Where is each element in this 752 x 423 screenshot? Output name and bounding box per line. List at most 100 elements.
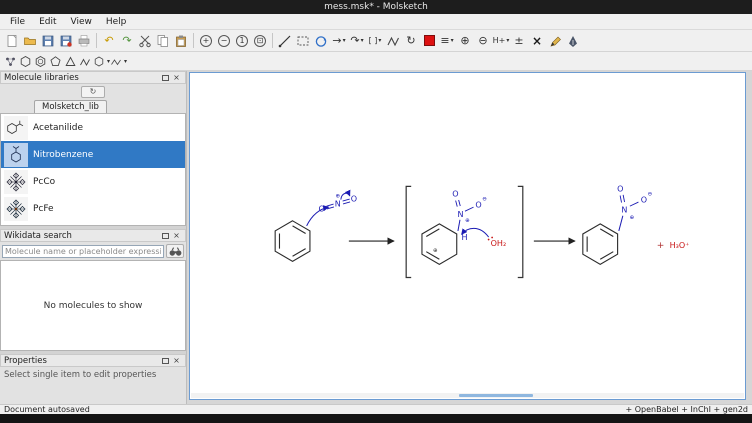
arrow-tool-button[interactable]: →▾ xyxy=(330,32,348,50)
title-bar[interactable]: mess.msk* - Molsketch xyxy=(0,0,752,14)
status-plugins: + OpenBabel + InChI + gen2d xyxy=(626,405,749,414)
arenium-intermediate[interactable]: ⊕ H N O O ⊖ ⊕ xyxy=(422,189,487,264)
library-settings-button[interactable]: ↻ xyxy=(81,86,105,98)
zigzag-icon xyxy=(79,55,92,68)
pencil-icon xyxy=(548,34,562,48)
cyclopropane-template-button[interactable] xyxy=(63,54,78,69)
plus-label: + xyxy=(657,241,665,251)
scrollbar-thumb[interactable] xyxy=(459,394,533,397)
library-tab-bar: Molsketch_lib xyxy=(0,100,186,114)
hydrogen-stepper-button[interactable]: ± xyxy=(510,32,528,50)
copy-button[interactable] xyxy=(154,32,172,50)
list-item-acetanilide[interactable]: Acetanilide xyxy=(1,114,185,141)
search-button[interactable] xyxy=(166,244,184,258)
reactant-benzene[interactable] xyxy=(275,221,310,261)
list-item-pcfe[interactable]: PcFe xyxy=(1,195,185,222)
charge-minus-button[interactable]: ⊖ xyxy=(474,32,492,50)
curved-arrow-tool-button[interactable]: ↷▾ xyxy=(348,32,366,50)
color-swatch-button[interactable] xyxy=(420,32,438,50)
water-nucleophile[interactable]: OH₂ xyxy=(461,228,506,248)
ring-template-dropdown-button[interactable]: ▾ xyxy=(93,54,110,69)
search-input[interactable] xyxy=(2,245,164,258)
cut-button[interactable] xyxy=(136,32,154,50)
float-panel-button[interactable] xyxy=(160,72,171,83)
float-panel-button[interactable] xyxy=(160,355,171,366)
open-file-button[interactable] xyxy=(21,32,39,50)
binoculars-icon xyxy=(168,245,183,257)
pencil-button[interactable] xyxy=(546,32,564,50)
new-file-button[interactable] xyxy=(3,32,21,50)
list-item-nitrobenzene[interactable]: Nitrobenzene xyxy=(1,141,185,168)
nitronium-ion[interactable]: O N O ⊕ xyxy=(319,194,358,214)
rotate-ccw-button[interactable]: ↻ xyxy=(402,32,420,50)
drawing-canvas[interactable]: O N O ⊕ xyxy=(189,72,746,400)
atom-label-n: N xyxy=(457,210,463,219)
pen-tool-button[interactable] xyxy=(564,32,582,50)
hydrogen-icon: H+ xyxy=(493,36,506,45)
panel-title: Properties xyxy=(4,356,160,366)
menu-view[interactable]: View xyxy=(64,15,99,29)
save-as-button[interactable] xyxy=(57,32,75,50)
rotate-tool-button[interactable] xyxy=(312,32,330,50)
save-button[interactable] xyxy=(39,32,57,50)
toolbar-separator xyxy=(193,33,194,48)
pcco-structure-icon xyxy=(5,171,27,193)
close-panel-button[interactable]: × xyxy=(171,230,182,241)
line-width-button[interactable]: ≡▾ xyxy=(438,32,456,50)
tab-molsketch-lib[interactable]: Molsketch_lib xyxy=(34,100,107,113)
print-button[interactable] xyxy=(75,32,93,50)
select-tool-button[interactable] xyxy=(294,32,312,50)
float-icon xyxy=(162,358,169,364)
hexagon-icon xyxy=(93,55,106,68)
close-panel-button[interactable]: × xyxy=(171,72,182,83)
line-width-icon: ≡ xyxy=(440,34,449,47)
float-panel-button[interactable] xyxy=(160,230,171,241)
properties-panel: Properties × Select single item to edit … xyxy=(0,354,186,404)
chain-zigzag-icon xyxy=(386,34,400,48)
menu-file[interactable]: File xyxy=(3,15,32,29)
draw-tool-button[interactable] xyxy=(276,32,294,50)
atoms-button[interactable] xyxy=(3,54,18,69)
product-nitrobenzene[interactable]: N O O ⊖ ⊕ xyxy=(583,184,652,264)
draw-line-icon xyxy=(278,34,292,48)
cyclohexane-template-button[interactable] xyxy=(18,54,33,69)
atom-label-o: O xyxy=(617,184,623,193)
byproduct-hydronium[interactable]: + H₃O⁺ xyxy=(657,241,690,251)
zoom-in-button[interactable]: + xyxy=(197,32,215,50)
pentagon-icon xyxy=(49,55,62,68)
menu-help[interactable]: Help xyxy=(99,15,134,29)
panel-title: Wikidata search xyxy=(4,231,160,241)
benzene-template-button[interactable] xyxy=(33,54,48,69)
hydrogen-button[interactable]: H+▾ xyxy=(492,32,510,50)
redo-button[interactable]: ↷ xyxy=(118,32,136,50)
charge-plus-label: ⊕ xyxy=(465,218,470,224)
paste-button[interactable] xyxy=(172,32,190,50)
hydronium-label: H₃O⁺ xyxy=(670,241,690,250)
chain-tool-button[interactable] xyxy=(384,32,402,50)
cyclopentane-template-button[interactable] xyxy=(48,54,63,69)
list-item-pcco[interactable]: PcCo xyxy=(1,168,185,195)
zoom-out-button[interactable]: − xyxy=(215,32,233,50)
zoom-fit-button[interactable]: ⊡ xyxy=(251,32,269,50)
wikidata-search-panel: Wikidata search × No molecules to show xyxy=(0,229,186,354)
menu-edit[interactable]: Edit xyxy=(32,15,63,29)
charge-plus-button[interactable]: ⊕ xyxy=(456,32,474,50)
group-template-dropdown-button[interactable]: ▾ xyxy=(110,54,127,69)
undo-button[interactable]: ↶ xyxy=(100,32,118,50)
atom-label-n: N xyxy=(335,200,341,209)
list-item-label: Nitrobenzene xyxy=(33,150,93,160)
horizontal-scrollbar[interactable] xyxy=(191,393,744,398)
close-panel-button[interactable]: × xyxy=(171,355,182,366)
wikidata-search-row xyxy=(0,242,186,260)
scissors-icon xyxy=(138,34,152,48)
mechanism-arrows-left[interactable] xyxy=(307,193,350,226)
zoom-original-button[interactable]: 1 xyxy=(233,32,251,50)
bracket-tool-button[interactable]: [ ]▾ xyxy=(366,32,384,50)
new-file-icon xyxy=(5,34,19,48)
chain-template-button[interactable] xyxy=(78,54,93,69)
toolbar-separator xyxy=(96,33,97,48)
acetanilide-structure-icon xyxy=(5,117,27,139)
delete-button[interactable]: × xyxy=(528,32,546,50)
curved-arrow-icon: ↷ xyxy=(350,34,359,47)
properties-hint: Select single item to edit properties xyxy=(0,367,186,404)
